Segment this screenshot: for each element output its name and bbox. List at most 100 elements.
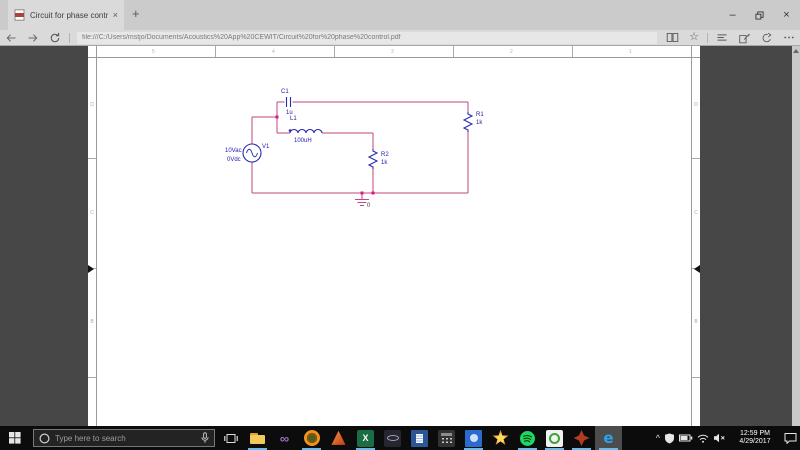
- label-r2: R2: [381, 152, 389, 158]
- taskbar-icon-orange-circle-app[interactable]: [298, 426, 325, 450]
- windows-logo-icon: [9, 432, 21, 444]
- system-tray: ^: [656, 426, 800, 450]
- start-button[interactable]: [0, 426, 30, 450]
- label-r1: R1: [476, 112, 484, 118]
- pdf-file-icon: [14, 9, 25, 21]
- label-ground: 0: [367, 203, 371, 209]
- restore-icon: [755, 11, 764, 20]
- hub-button[interactable]: [716, 32, 728, 43]
- taskbar-icon-red-tool-app[interactable]: [568, 426, 595, 450]
- ellipsis-icon: [783, 32, 795, 43]
- taskbar-icon-visual-studio[interactable]: ∞: [271, 426, 298, 450]
- window-controls: – ×: [719, 0, 800, 30]
- label-v1: V1: [262, 144, 270, 150]
- browser-titlebar: Circuit for phase contro × + – ×: [0, 0, 800, 30]
- taskbar-icon-photos[interactable]: [460, 426, 487, 450]
- taskbar-icon-excel[interactable]: X: [352, 426, 379, 450]
- circuit-labels: C1 1u L1 100uH V1 10Vac 0Vdc R2 1k R1 1k…: [225, 89, 484, 209]
- cortana-circle-icon: [39, 433, 50, 444]
- search-placeholder: Type here to search: [55, 434, 196, 443]
- label-l1-value: 100uH: [294, 138, 312, 144]
- circuit-wires: [252, 102, 468, 206]
- vs-infinity-glyph: ∞: [280, 431, 289, 446]
- inductor-polarity-dot: [289, 129, 292, 132]
- pdf-viewer: 5 4 3 2 1 D C B D C B: [0, 46, 800, 426]
- taskbar-icon-edge[interactable]: e: [595, 426, 622, 450]
- taskbar-icon-white-green-app[interactable]: [541, 426, 568, 450]
- scrollbar-up-arrow-icon[interactable]: [793, 49, 799, 53]
- refresh-icon: [49, 32, 61, 44]
- address-bar[interactable]: file:///C:/Users/mstjo/Documents/Acousti…: [77, 32, 657, 44]
- taskbar-icon-file-explorer[interactable]: [244, 426, 271, 450]
- visual-studio-icon: ∞: [276, 430, 293, 447]
- inductor-l1-symbol: [290, 130, 322, 134]
- more-options-button[interactable]: [783, 32, 795, 43]
- favorites-star-button[interactable]: ☆: [689, 32, 699, 43]
- taskbar-search-input[interactable]: Type here to search: [33, 429, 215, 447]
- battery-icon[interactable]: [679, 426, 693, 450]
- taskbar-icon-calculator[interactable]: [433, 426, 460, 450]
- label-c1: C1: [281, 89, 289, 95]
- calculator-icon: [438, 430, 455, 447]
- file-explorer-icon: [249, 430, 266, 447]
- refresh-button[interactable]: [49, 32, 61, 44]
- orange-circle-app-icon: [304, 430, 320, 446]
- forward-icon: [27, 32, 39, 44]
- microphone-icon[interactable]: [201, 432, 209, 444]
- label-r2-value: 1k: [381, 160, 388, 166]
- navbar-separator-2: [707, 33, 708, 43]
- new-tab-button[interactable]: +: [132, 6, 140, 21]
- pdf-scrollbar[interactable]: [792, 46, 800, 426]
- label-v1-dc: 0Vdc: [227, 157, 241, 163]
- desktop: Circuit for phase contro × + – ×: [0, 0, 800, 450]
- dark-audio-app-icon: [384, 430, 401, 447]
- junction-dots: [276, 116, 375, 195]
- url-text: file:///C:/Users/mstjo/Documents/Acousti…: [82, 34, 401, 41]
- excel-letter: X: [362, 433, 368, 443]
- taskbar-icon-orange-burst-app[interactable]: [487, 426, 514, 450]
- back-icon: [5, 32, 17, 44]
- photos-icon: [465, 430, 482, 447]
- label-l1: L1: [290, 116, 297, 122]
- orange-burst-app-icon: [492, 430, 509, 447]
- resistor-r1-symbol: [464, 112, 472, 132]
- tray-chevron-icon[interactable]: ^: [656, 426, 660, 450]
- task-view-button[interactable]: [218, 426, 244, 450]
- taskbar-clock[interactable]: 12:59 PM 4/29/2017: [730, 430, 780, 447]
- wifi-icon[interactable]: [697, 426, 709, 450]
- taskbar-icon-dark-audio-app[interactable]: [379, 426, 406, 450]
- browser-navbar: file:///C:/Users/mstjo/Documents/Acousti…: [0, 30, 800, 46]
- taskbar-icon-blue-document-app[interactable]: [406, 426, 433, 450]
- taskbar-icon-matlab[interactable]: [325, 426, 352, 450]
- label-v1-ac: 10Vac: [225, 148, 242, 154]
- volume-muted-icon[interactable]: [713, 426, 726, 450]
- label-r1-value: 1k: [476, 120, 483, 126]
- taskbar: Type here to search ∞: [0, 426, 800, 450]
- matlab-icon: [331, 431, 347, 446]
- defender-shield-icon[interactable]: [664, 426, 675, 450]
- task-view-icon: [224, 433, 238, 444]
- window-close-button[interactable]: ×: [773, 0, 800, 30]
- edge-letter: e: [603, 429, 613, 447]
- taskbar-icon-spotify[interactable]: [514, 426, 541, 450]
- spotify-icon: [519, 430, 536, 447]
- share-button[interactable]: [761, 32, 773, 44]
- forward-button[interactable]: [27, 32, 39, 44]
- edge-icon: e: [600, 430, 617, 447]
- navbar-separator: [69, 33, 70, 43]
- window-minimize-button[interactable]: –: [719, 0, 746, 30]
- resistor-r2-symbol: [369, 149, 377, 169]
- blue-document-app-icon: [411, 430, 428, 447]
- back-button[interactable]: [5, 32, 17, 44]
- tab-close-icon[interactable]: ×: [113, 11, 118, 20]
- clock-time: 12:59 PM: [730, 430, 780, 439]
- browser-tab[interactable]: Circuit for phase contro ×: [8, 0, 124, 30]
- action-center-button[interactable]: [784, 426, 797, 450]
- action-center-icon: [784, 432, 797, 444]
- reading-view-button[interactable]: [666, 32, 679, 43]
- excel-icon: X: [357, 430, 374, 447]
- window-restore-button[interactable]: [746, 0, 773, 30]
- white-green-app-icon: [546, 430, 563, 447]
- pen-square-icon: [738, 32, 751, 44]
- web-note-button[interactable]: [738, 32, 751, 44]
